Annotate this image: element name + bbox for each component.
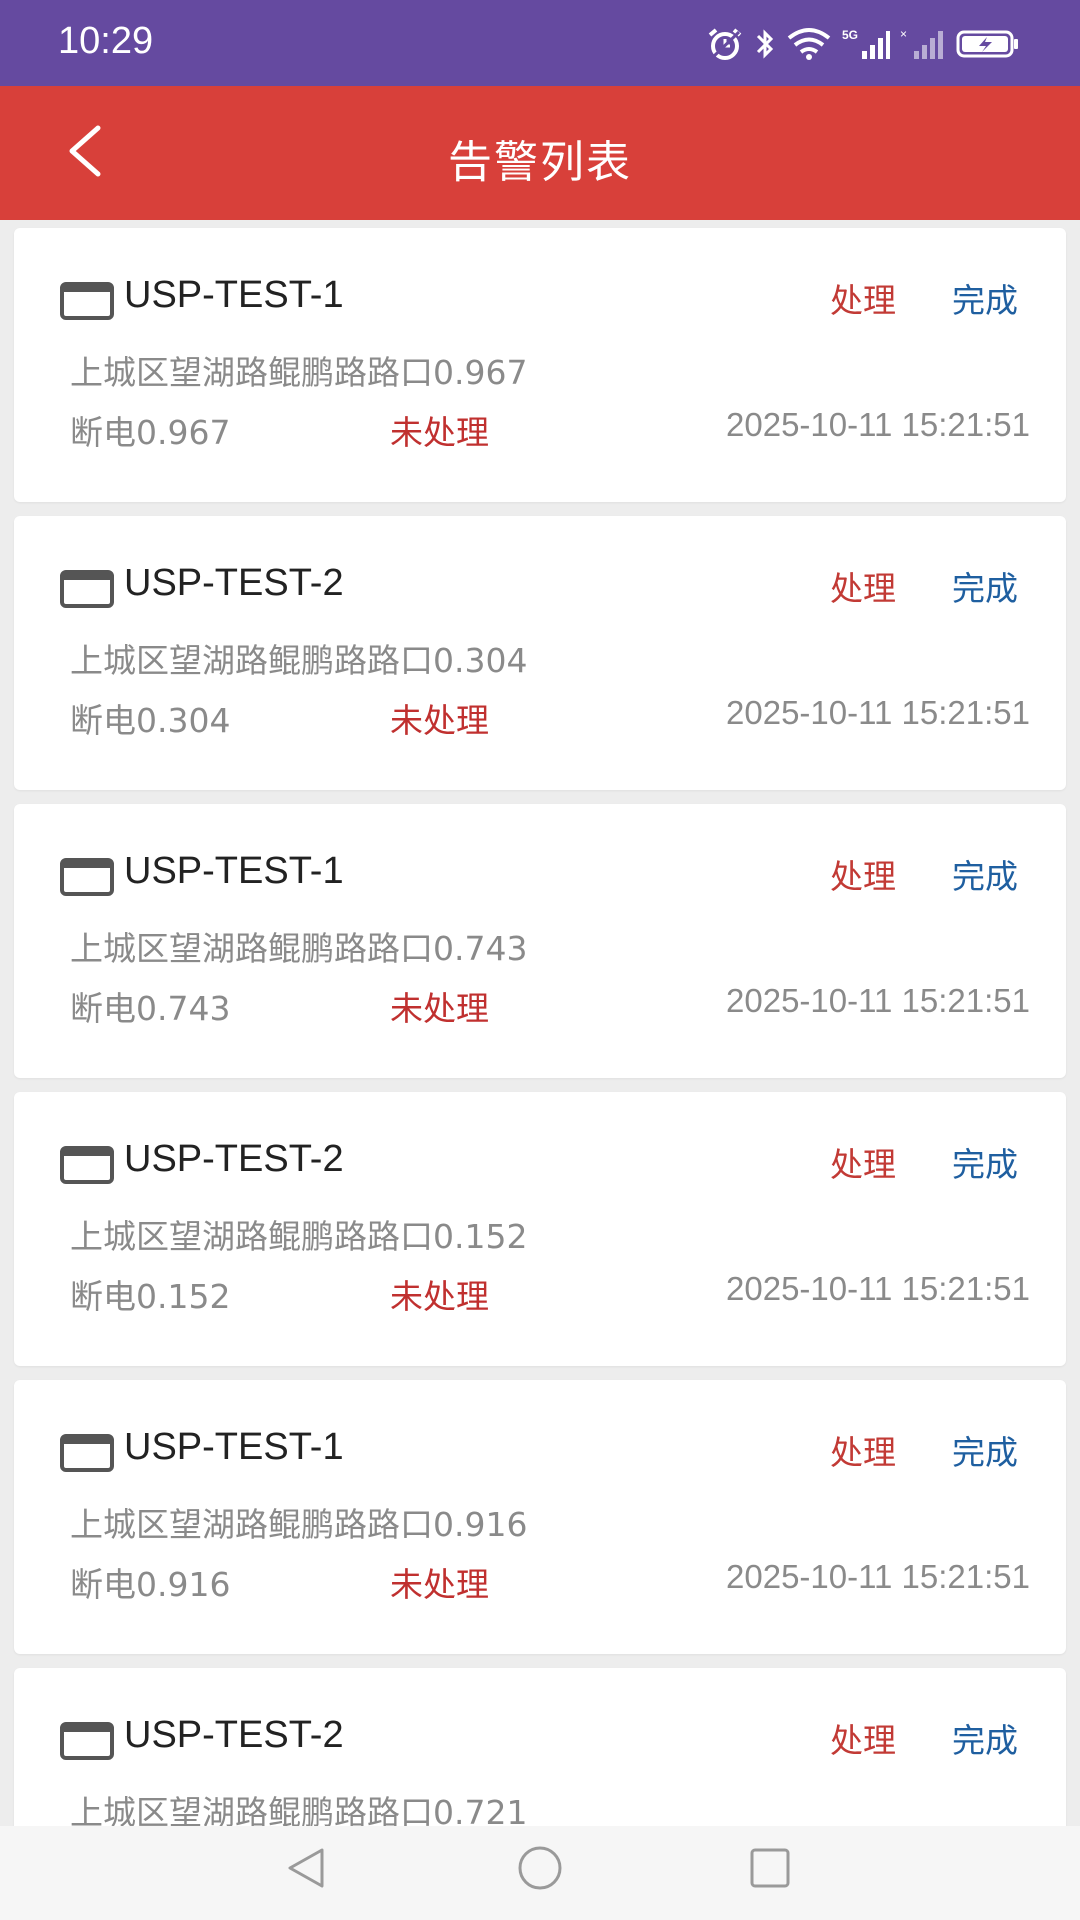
alarm-status: 未处理 <box>390 413 489 452</box>
alarm-address: 上城区望湖路鲲鹏路路口0.152 <box>70 1217 528 1256</box>
alarm-type: 断电0.967 <box>70 413 231 452</box>
page-title: 告警列表 <box>448 137 632 188</box>
app-bar: 告警列表 <box>0 86 1080 220</box>
done-button[interactable]: 完成 <box>952 562 1018 610</box>
process-button[interactable]: 处理 <box>830 274 896 322</box>
wifi-icon <box>787 28 831 60</box>
done-button[interactable]: 完成 <box>952 850 1018 898</box>
alarm-status: 未处理 <box>390 1565 489 1604</box>
device-icon <box>60 1146 114 1184</box>
nav-back-button[interactable] <box>282 1844 330 1896</box>
alarm-time: 2025-10-11 15:21:51 <box>726 1558 1030 1595</box>
device-name: USP-TEST-1 <box>124 1426 344 1468</box>
process-button[interactable]: 处理 <box>830 850 896 898</box>
alarm-card[interactable]: USP-TEST-1 处理 完成 上城区望湖路鲲鹏路路口0.967 断电0.96… <box>14 228 1066 502</box>
alarm-card[interactable]: USP-TEST-2 处理 完成 上城区望湖路鲲鹏路路口0.721 <box>14 1668 1066 1826</box>
alarm-status: 未处理 <box>390 701 489 740</box>
process-button[interactable]: 处理 <box>830 1714 896 1762</box>
device-icon <box>60 1722 114 1760</box>
alarm-card[interactable]: USP-TEST-2 处理 完成 上城区望湖路鲲鹏路路口0.304 断电0.30… <box>14 516 1066 790</box>
done-button[interactable]: 完成 <box>952 1714 1018 1762</box>
alarm-status: 未处理 <box>390 989 489 1028</box>
alarm-address: 上城区望湖路鲲鹏路路口0.721 <box>70 1793 528 1826</box>
alarm-address: 上城区望湖路鲲鹏路路口0.743 <box>70 929 528 968</box>
alarm-time: 2025-10-11 15:21:51 <box>726 982 1030 1019</box>
alarm-card[interactable]: USP-TEST-1 处理 完成 上城区望湖路鲲鹏路路口0.916 断电0.91… <box>14 1380 1066 1654</box>
process-button[interactable]: 处理 <box>830 562 896 610</box>
device-name: USP-TEST-2 <box>124 1138 344 1180</box>
alarm-card[interactable]: USP-TEST-2 处理 完成 上城区望湖路鲲鹏路路口0.152 断电0.15… <box>14 1092 1066 1366</box>
device-icon <box>60 1434 114 1472</box>
signal-icon: × <box>900 27 943 59</box>
nav-recents-button[interactable] <box>746 1844 794 1896</box>
device-name: USP-TEST-1 <box>124 850 344 892</box>
device-name: USP-TEST-1 <box>124 274 344 316</box>
alarm-type: 断电0.743 <box>70 989 231 1028</box>
status-bar: 10:29 5G × <box>0 0 1080 86</box>
alarm-status: 未处理 <box>390 1277 489 1316</box>
process-button[interactable]: 处理 <box>830 1138 896 1186</box>
alarm-list[interactable]: USP-TEST-1 处理 完成 上城区望湖路鲲鹏路路口0.967 断电0.96… <box>0 220 1080 1826</box>
alarm-card[interactable]: USP-TEST-1 处理 完成 上城区望湖路鲲鹏路路口0.743 断电0.74… <box>14 804 1066 1078</box>
done-button[interactable]: 完成 <box>952 1426 1018 1474</box>
device-name: USP-TEST-2 <box>124 1714 344 1756</box>
system-nav-bar <box>0 1826 1080 1920</box>
nav-back-icon <box>288 1848 324 1888</box>
status-icons: 5G × <box>696 24 1020 64</box>
done-button[interactable]: 完成 <box>952 1138 1018 1186</box>
device-icon <box>60 570 114 608</box>
alarm-time: 2025-10-11 15:21:51 <box>726 406 1030 443</box>
svg-text:×: × <box>900 27 907 41</box>
status-time: 10:29 <box>58 20 154 62</box>
device-icon <box>60 282 114 320</box>
nav-recents-icon <box>750 1848 790 1888</box>
alarm-type: 断电0.152 <box>70 1277 231 1316</box>
alarm-address: 上城区望湖路鲲鹏路路口0.304 <box>70 641 528 680</box>
nav-home-button[interactable] <box>516 1844 564 1896</box>
bluetooth-icon <box>756 29 774 59</box>
process-button[interactable]: 处理 <box>830 1426 896 1474</box>
alarm-time: 2025-10-11 15:21:51 <box>726 1270 1030 1307</box>
device-name: USP-TEST-2 <box>124 562 344 604</box>
battery-charging-icon <box>956 30 1018 58</box>
svg-text:5G: 5G <box>842 28 858 42</box>
done-button[interactable]: 完成 <box>952 274 1018 322</box>
alarm-time: 2025-10-11 15:21:51 <box>726 694 1030 731</box>
signal-5g-icon: 5G <box>842 28 890 59</box>
alarm-icon <box>708 28 742 60</box>
alarm-type: 断电0.916 <box>70 1565 231 1604</box>
alarm-address: 上城区望湖路鲲鹏路路口0.967 <box>70 353 528 392</box>
nav-home-icon <box>518 1846 562 1890</box>
alarm-type: 断电0.304 <box>70 701 231 740</box>
device-icon <box>60 858 114 896</box>
alarm-address: 上城区望湖路鲲鹏路路口0.916 <box>70 1505 528 1544</box>
